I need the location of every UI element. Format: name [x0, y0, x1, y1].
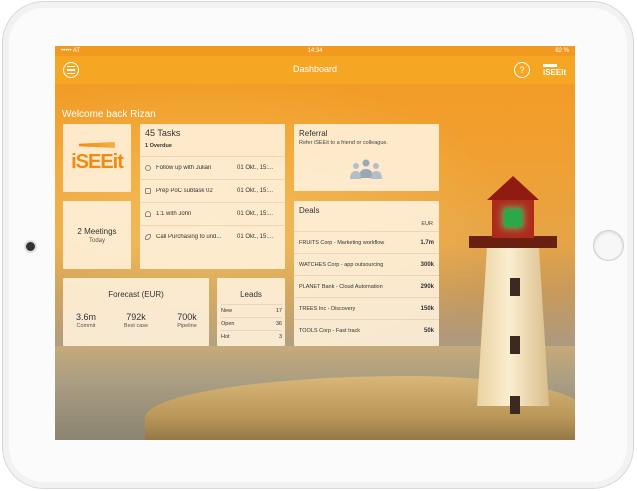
speech-bubble-icon	[145, 164, 151, 171]
referral-tile[interactable]: Referral Refer iSEEit to a friend or col…	[294, 124, 439, 191]
task-item[interactable]: Call Purchasing to und... 01 Okt., 15:..…	[140, 225, 285, 247]
lead-label: Open	[221, 321, 235, 327]
tasks-overdue: 1 Overdue	[145, 143, 172, 149]
deal-row[interactable]: FRUITS Corp - Marketing workflow 1.7m	[294, 231, 439, 253]
forecast-best-case: 792k Best case	[118, 312, 154, 329]
home-button[interactable]	[593, 230, 624, 261]
deal-name: TOOLS Corp - Fast track	[299, 327, 361, 334]
meetings-subtitle: Today	[88, 237, 105, 244]
forecast-value: 792k	[126, 312, 146, 322]
deal-row[interactable]: WATCHES Corp - app outsourcing 300k	[294, 253, 439, 275]
tasks-count: 45 Tasks	[145, 128, 181, 138]
lead-row[interactable]: Open 36	[221, 317, 282, 330]
app-screen: ••••• AT 14:34 82 % Dashboard ? iSEEit W…	[55, 46, 575, 440]
deal-value: 150k	[420, 305, 434, 312]
nav-logo: iSEEit	[543, 64, 566, 77]
deal-value: 290k	[420, 283, 434, 290]
phone-icon	[145, 233, 151, 240]
task-item[interactable]: Follow up with Julian 01 Okt., 15:...	[140, 156, 285, 178]
front-camera	[26, 242, 35, 251]
deal-row[interactable]: PLANET Bank - Cloud Automation 290k	[294, 275, 439, 297]
deal-value: 50k	[423, 327, 434, 334]
lead-count: 3	[278, 334, 282, 340]
tasks-tile[interactable]: 45 Tasks 1 Overdue Follow up with Julian…	[140, 124, 285, 269]
forecast-title: Forecast (EUR)	[108, 290, 164, 299]
deals-tile[interactable]: Deals EUR FRUITS Corp - Marketing workfl…	[294, 201, 439, 346]
forecast-value: 700k	[177, 312, 197, 322]
logo-beam-icon	[543, 64, 557, 67]
forecast-pipeline: 700k Pipeline	[171, 312, 203, 329]
page-title: Dashboard	[292, 64, 338, 74]
lighthouse-beam-icon	[79, 142, 115, 148]
status-time: 14:34	[307, 48, 323, 54]
deal-name: FRUITS Corp - Marketing workflow	[299, 239, 385, 246]
lighthouse-light	[504, 209, 522, 227]
deal-value: 1.7m	[420, 239, 434, 246]
lighthouse-tower	[477, 246, 549, 406]
deal-name: WATCHES Corp - app outsourcing	[299, 261, 384, 268]
deal-row[interactable]: TOOLS Corp - Fast track 50k	[294, 319, 439, 341]
lighthouse-window	[510, 396, 520, 414]
nav-bar: Dashboard ? iSEEit	[55, 56, 575, 84]
task-item[interactable]: 1:1 with John 01 Okt., 15:...	[140, 202, 285, 224]
lead-count: 36	[275, 321, 282, 327]
referral-title: Referral	[299, 129, 328, 138]
leads-tile[interactable]: Leads New 17 Open 36 Hot 3	[217, 278, 285, 346]
lead-row[interactable]: New 17	[221, 304, 282, 317]
lead-label: New	[221, 308, 233, 314]
lead-count: 17	[275, 308, 282, 314]
status-bar: ••••• AT 14:34 82 %	[55, 46, 575, 56]
deal-row[interactable]: TREES Inc - Discovery 150k	[294, 297, 439, 319]
forecast-label: Pipeline	[177, 323, 197, 329]
lighthouse-window	[510, 336, 520, 354]
lighthouse-window	[510, 278, 520, 296]
logo-tile: iSEEit	[63, 124, 131, 192]
meetings-count: 2 Meetings	[77, 226, 117, 236]
deals-currency: EUR	[421, 221, 433, 227]
help-icon[interactable]: ?	[514, 62, 530, 78]
forecast-label: Commit	[76, 323, 96, 329]
task-date: 01 Okt., 15:...	[237, 187, 274, 194]
task-date: 01 Okt., 15:...	[237, 233, 274, 240]
forecast-value: 3.6m	[75, 312, 96, 322]
referral-text: Refer iSEEit to a friend or colleague.	[299, 140, 388, 146]
forecast-commit: 3.6m Commit	[71, 312, 101, 329]
forecast-tile[interactable]: Forecast (EUR) 3.6m Commit 792k Best cas…	[63, 278, 209, 346]
task-date: 01 Okt., 15:...	[237, 210, 274, 217]
task-name: Call Purchasing to und...	[156, 233, 222, 240]
deal-name: PLANET Bank - Cloud Automation	[299, 283, 383, 290]
task-name: 1:1 with John	[156, 210, 192, 217]
nav-logo-text: iSEEit	[543, 68, 567, 77]
forecast-label: Best case	[123, 323, 149, 329]
deal-value: 300k	[420, 261, 434, 268]
deals-title: Deals	[299, 206, 320, 215]
deal-name: TREES Inc - Discovery	[299, 305, 356, 312]
leads-title: Leads	[240, 290, 262, 299]
meetings-tile[interactable]: 2 Meetings Today	[63, 201, 131, 269]
document-icon	[145, 187, 151, 194]
task-name: Prep PoC subtask 02	[156, 187, 213, 194]
logo-text: iSEEit	[71, 151, 124, 173]
people-group-icon	[350, 159, 382, 179]
lead-label: Hot	[221, 334, 230, 340]
task-name: Follow up with Julian	[156, 164, 212, 171]
people-icon	[145, 210, 151, 217]
welcome-text: Welcome back Rizan	[62, 109, 156, 120]
lead-row[interactable]: Hot 3	[221, 330, 282, 343]
task-date: 01 Okt., 15:...	[237, 164, 274, 171]
task-item[interactable]: Prep PoC subtask 02 01 Okt., 15:...	[140, 179, 285, 201]
